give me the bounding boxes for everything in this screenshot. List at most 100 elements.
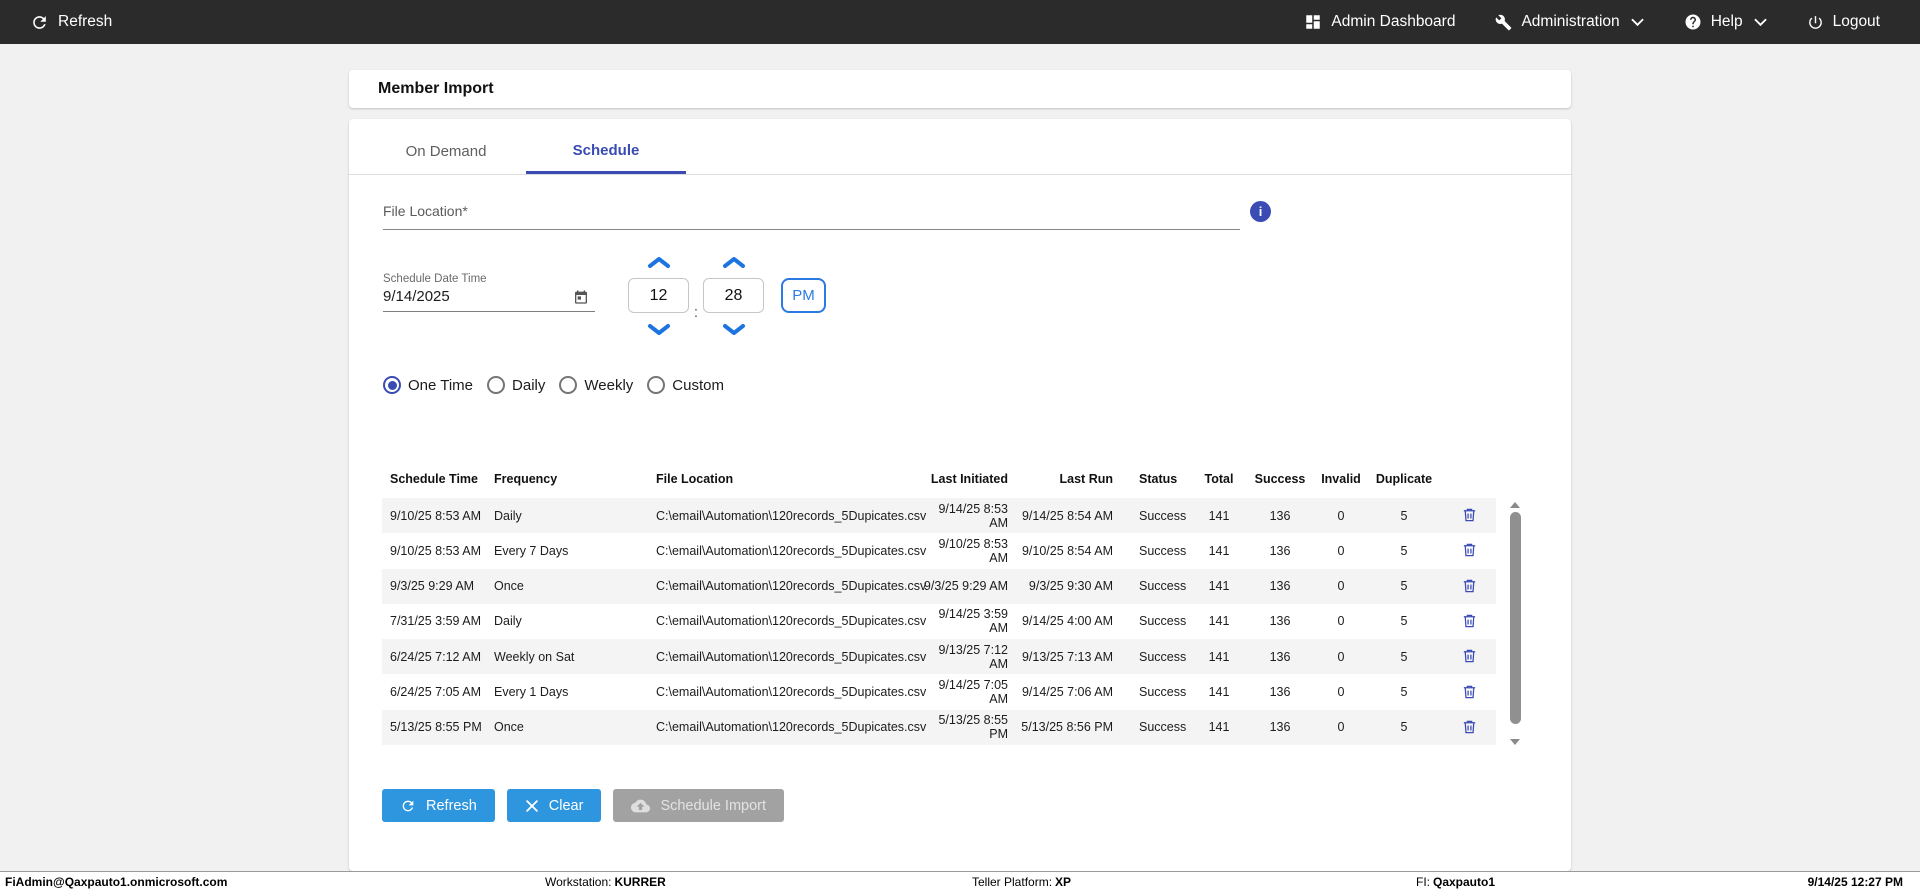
delete-row-button[interactable] [1459, 681, 1480, 703]
cell-last-run: 9/14/25 8:54 AM [1012, 498, 1117, 533]
scroll-up-arrow-icon[interactable] [1510, 502, 1520, 508]
tab-on-demand[interactable]: On Demand [366, 129, 526, 174]
cell-file-location: C:\email\Automation\120records_5Dupicate… [650, 533, 922, 568]
cell-schedule-time: 9/10/25 8:53 AM [382, 533, 490, 568]
cell-last-run: 9/14/25 4:00 AM [1012, 604, 1117, 639]
refresh-button-label: Refresh [426, 798, 477, 814]
cell-last-initiated: 9/14/25 3:59 AM [922, 604, 1012, 639]
scrollbar-thumb[interactable] [1510, 512, 1521, 724]
schedule-date-label: Schedule Date Time [383, 273, 595, 285]
status-bar: FiAdmin@Qaxpauto1.onmicrosoft.com Workst… [0, 871, 1920, 893]
footer-user: FiAdmin@Qaxpauto1.onmicrosoft.com [5, 875, 227, 889]
cell-total: 141 [1194, 498, 1244, 533]
radio-daily[interactable]: Daily [487, 376, 545, 394]
col-last-initiated: Last Initiated [922, 472, 1012, 498]
time-picker: 12 : 28 PM [628, 254, 826, 337]
fi-label: FI: [1416, 875, 1430, 889]
minute-input[interactable]: 28 [703, 278, 764, 313]
cell-last-initiated: 9/10/25 8:53 AM [922, 533, 1012, 568]
cell-invalid: 0 [1316, 639, 1366, 674]
cell-invalid: 0 [1316, 533, 1366, 568]
cell-schedule-time: 9/10/25 8:53 AM [382, 498, 490, 533]
footer-workstation: Workstation:KURRER [545, 875, 666, 889]
calendar-icon[interactable] [573, 289, 589, 305]
logout-button[interactable]: Logout [1807, 13, 1880, 31]
administration-menu[interactable]: Administration [1495, 13, 1643, 31]
table-scrollbar[interactable] [1509, 502, 1521, 745]
close-icon [525, 799, 539, 813]
cell-last-run: 9/3/25 9:30 AM [1012, 569, 1117, 604]
workstation-value: KURRER [614, 875, 665, 889]
radio-label: Daily [512, 377, 545, 394]
cell-invalid: 0 [1316, 710, 1366, 745]
tab-schedule[interactable]: Schedule [526, 129, 686, 174]
help-icon [1684, 13, 1702, 31]
delete-row-button[interactable] [1459, 716, 1480, 738]
cell-total: 141 [1194, 639, 1244, 674]
minute-decrement-button[interactable] [721, 321, 747, 337]
file-location-label: File Location* [383, 203, 468, 219]
cell-last-initiated: 9/14/25 7:05 AM [922, 674, 1012, 709]
cell-invalid: 0 [1316, 674, 1366, 709]
refresh-button[interactable]: Refresh [382, 789, 495, 822]
radio-label: One Time [408, 377, 473, 394]
cell-duplicate: 5 [1366, 498, 1442, 533]
table-row: 5/13/25 8:55 PM Once C:\email\Automation… [382, 710, 1496, 745]
minute-increment-button[interactable] [721, 254, 747, 270]
col-success: Success [1244, 472, 1316, 498]
col-file-location: File Location [650, 472, 922, 498]
col-frequency: Frequency [490, 472, 650, 498]
hour-increment-button[interactable] [646, 254, 672, 270]
delete-row-button[interactable] [1459, 539, 1480, 561]
table-row: 6/24/25 7:12 AM Weekly on Sat C:\email\A… [382, 639, 1496, 674]
schedule-date-value: 9/14/2025 [383, 288, 450, 305]
member-import-panel: On Demand Schedule File Location* i Sche… [349, 119, 1571, 871]
page-title-card: Member Import [349, 70, 1571, 108]
hour-decrement-button[interactable] [646, 321, 672, 337]
topbar-refresh-label: Refresh [58, 13, 112, 31]
delete-row-button[interactable] [1459, 575, 1480, 597]
topbar-refresh-button[interactable]: Refresh [30, 13, 112, 32]
cell-file-location: C:\email\Automation\120records_5Dupicate… [650, 639, 922, 674]
cell-total: 141 [1194, 533, 1244, 568]
info-icon[interactable]: i [1250, 201, 1271, 222]
cell-duplicate: 5 [1366, 674, 1442, 709]
administration-label: Administration [1521, 13, 1619, 31]
admin-dashboard-label: Admin Dashboard [1331, 13, 1455, 31]
page-title: Member Import [378, 80, 494, 98]
radio-label: Custom [672, 377, 724, 394]
cell-success: 136 [1244, 710, 1316, 745]
cell-schedule-time: 9/3/25 9:29 AM [382, 569, 490, 604]
col-last-run: Last Run [1012, 472, 1117, 498]
cell-schedule-time: 6/24/25 7:12 AM [382, 639, 490, 674]
cell-last-run: 9/14/25 7:06 AM [1012, 674, 1117, 709]
cell-success: 136 [1244, 674, 1316, 709]
meridiem-toggle-button[interactable]: PM [781, 278, 826, 313]
cell-last-run: 5/13/25 8:56 PM [1012, 710, 1117, 745]
file-location-input[interactable]: File Location* [383, 203, 1240, 230]
workstation-label: Workstation: [545, 875, 611, 889]
schedule-date-field[interactable]: Schedule Date Time 9/14/2025 [383, 273, 595, 312]
delete-row-button[interactable] [1459, 645, 1480, 667]
admin-dashboard-link[interactable]: Admin Dashboard [1304, 13, 1455, 31]
hour-input[interactable]: 12 [628, 278, 689, 313]
refresh-icon [30, 13, 49, 32]
logout-label: Logout [1833, 13, 1880, 31]
cell-frequency: Once [490, 569, 650, 604]
radio-custom[interactable]: Custom [647, 376, 724, 394]
cell-total: 141 [1194, 569, 1244, 604]
delete-row-button[interactable] [1459, 610, 1480, 632]
radio-weekly[interactable]: Weekly [559, 376, 633, 394]
delete-row-button[interactable] [1459, 504, 1480, 526]
radio-circle [383, 376, 401, 394]
fi-value: Qaxpauto1 [1433, 875, 1495, 889]
schedule-import-button[interactable]: Schedule Import [613, 789, 784, 822]
clear-button[interactable]: Clear [507, 789, 602, 822]
col-total: Total [1194, 472, 1244, 498]
radio-one-time[interactable]: One Time [383, 376, 473, 394]
scroll-down-arrow-icon[interactable] [1510, 739, 1520, 745]
table-row: 9/3/25 9:29 AM Once C:\email\Automation\… [382, 569, 1496, 604]
help-menu[interactable]: Help [1684, 13, 1767, 31]
cell-last-run: 9/10/25 8:54 AM [1012, 533, 1117, 568]
cell-status: Success [1117, 498, 1194, 533]
